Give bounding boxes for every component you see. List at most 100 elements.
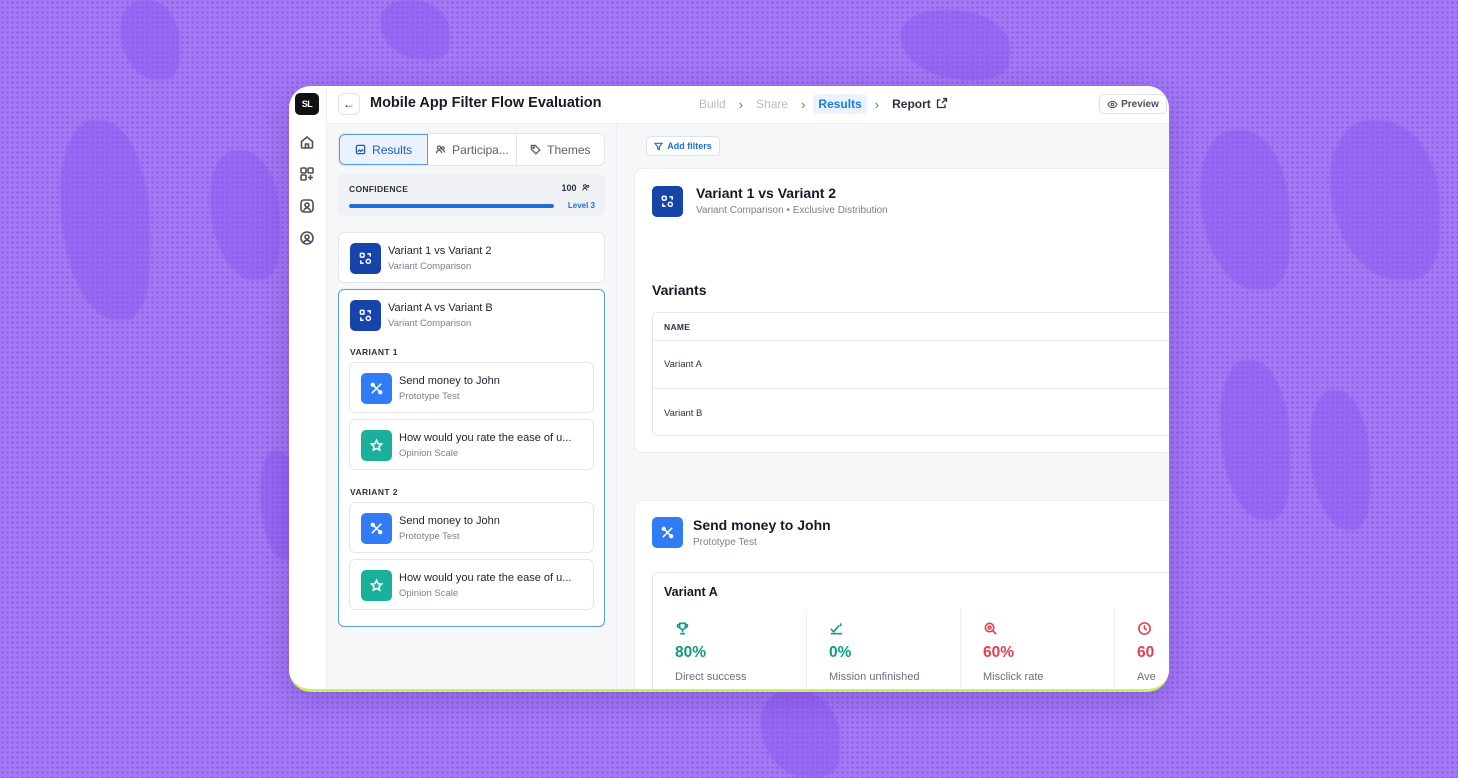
confidence-count-value: 100: [561, 183, 577, 193]
arrow-left-icon: ←: [343, 97, 355, 111]
block-subtitle: Prototype Test: [399, 531, 460, 542]
comparison-icon: [652, 186, 683, 217]
background-pattern: [120, 0, 180, 80]
step-report[interactable]: Report: [887, 94, 953, 114]
block-subtitle: Opinion Scale: [399, 448, 459, 459]
block-subtitle: Opinion Scale: [399, 588, 459, 599]
step-results[interactable]: Results: [813, 94, 867, 114]
confidence-count: 100: [561, 183, 591, 193]
metric-average-time: 60 Ave: [1115, 609, 1169, 689]
block-item[interactable]: How would you rate the ease of u... Opin…: [349, 419, 594, 470]
step-build[interactable]: Build: [694, 94, 731, 114]
preview-button[interactable]: Preview: [1099, 94, 1167, 114]
variants-heading: Variants: [652, 282, 707, 298]
metric-value: 80%: [675, 644, 707, 661]
tab-participants[interactable]: Participa...: [428, 134, 517, 165]
metric-value: 60%: [983, 644, 1015, 661]
check-flag-icon: [829, 621, 845, 637]
confidence-label: CONFIDENCE: [349, 184, 409, 194]
chevron-right-icon: ›: [801, 96, 806, 112]
comparison-panel-title: Variant 1 vs Variant 2: [696, 185, 837, 201]
comparison-title: Variant 1 vs Variant 2: [388, 245, 492, 257]
clock-icon: [1137, 621, 1153, 637]
top-header: ← Mobile App Filter Flow Evaluation Buil…: [327, 86, 1169, 124]
table-header: NAME: [653, 313, 1169, 341]
user-circle-icon[interactable]: [298, 229, 316, 247]
metric-mission-unfinished: 0% Mission unfinished: [807, 609, 961, 689]
variant-2-label: VARIANT 2: [350, 487, 398, 497]
logo[interactable]: SL: [295, 93, 319, 115]
metric-value: 0%: [829, 644, 852, 661]
variant-name: Variant A: [664, 585, 718, 599]
confidence-progress-fill: [349, 204, 554, 208]
background-pattern: [60, 120, 150, 320]
add-filters-button[interactable]: Add filters: [646, 136, 720, 156]
block-title: Send money to John: [399, 515, 500, 527]
table-row[interactable]: Variant B: [653, 389, 1169, 437]
background-pattern: [1220, 360, 1290, 520]
prototype-icon: [652, 517, 683, 548]
tab-label: Themes: [547, 142, 591, 157]
table-row[interactable]: Variant A: [653, 341, 1169, 389]
tab-label: Participa...: [452, 142, 509, 157]
comparison-icon: [350, 300, 381, 331]
step-share[interactable]: Share: [751, 94, 793, 114]
filter-icon: [654, 142, 664, 151]
comparison-subtitle: Variant Comparison: [388, 261, 472, 272]
tab-results[interactable]: Results: [339, 134, 429, 165]
app-window: SL ← Mobile App Filter Flow Evaluation B…: [289, 86, 1169, 692]
external-link-icon: [936, 97, 947, 109]
background-pattern: [210, 150, 280, 280]
apps-icon[interactable]: [298, 165, 316, 183]
step-navigation: Build › Share › Results › Report: [694, 94, 953, 114]
block-title: How would you rate the ease of u...: [399, 572, 572, 584]
tab-themes[interactable]: Themes: [517, 134, 604, 165]
task-subtitle: Prototype Test: [693, 537, 757, 548]
metric-misclick-rate: 60% Misclick rate: [961, 609, 1115, 689]
prototype-icon: [361, 513, 392, 544]
comparison-icon: [350, 243, 381, 274]
comparison-panel: Variant 1 vs Variant 2 Variant Compariso…: [634, 168, 1169, 453]
comparison-card-expanded[interactable]: Variant A vs Variant B Variant Compariso…: [338, 289, 605, 627]
left-panel: Results Participa... Themes CONFIDENCE 1…: [327, 124, 617, 689]
users-icon: [582, 184, 590, 191]
background-pattern: [1330, 120, 1440, 280]
task-panel: Send money to John Prototype Test Varian…: [634, 500, 1169, 689]
main-content: Add filters Variant 1 vs Variant 2 Varia…: [617, 124, 1169, 689]
step-report-label: Report: [892, 97, 931, 111]
comparison-card[interactable]: Variant 1 vs Variant 2 Variant Compariso…: [338, 232, 605, 283]
confidence-progress-bar: [349, 204, 554, 208]
tag-icon: [530, 144, 541, 155]
home-icon[interactable]: [298, 133, 316, 151]
eye-icon: [1107, 100, 1118, 108]
chevron-right-icon: ›: [874, 96, 880, 112]
background-pattern: [760, 690, 840, 778]
block-item[interactable]: Send money to John Prototype Test: [349, 502, 594, 553]
users-icon: [435, 145, 446, 154]
background-pattern: [380, 0, 450, 60]
star-icon: [361, 430, 392, 461]
chevron-right-icon: ›: [738, 96, 744, 112]
block-item[interactable]: How would you rate the ease of u... Opin…: [349, 559, 594, 610]
background-pattern: [1200, 130, 1290, 290]
variants-table: NAME Variant A Variant B: [652, 312, 1169, 436]
confidence-level: Level 3: [567, 201, 595, 210]
trophy-icon: [675, 621, 691, 637]
variant-1-label: VARIANT 1: [350, 347, 398, 357]
comparison-panel-subtitle: Variant Comparison • Exclusive Distribut…: [696, 205, 888, 216]
variant-metrics-card: Variant A 80% Direct success 0% Mission …: [652, 572, 1169, 689]
back-button[interactable]: ←: [338, 93, 360, 115]
block-item[interactable]: Send money to John Prototype Test: [349, 362, 594, 413]
task-title: Send money to John: [693, 517, 831, 533]
preview-label: Preview: [1121, 98, 1159, 110]
page-title: Mobile App Filter Flow Evaluation: [370, 95, 602, 111]
star-icon: [361, 570, 392, 601]
confidence-box: CONFIDENCE 100 Level 3: [338, 174, 605, 216]
background-pattern: [1310, 390, 1370, 530]
users-icon[interactable]: [298, 197, 316, 215]
metric-label: Direct success: [675, 671, 747, 683]
metric-direct-success: 80% Direct success: [653, 609, 807, 689]
metric-value: 60: [1137, 644, 1155, 661]
comparison-subtitle: Variant Comparison: [388, 318, 472, 329]
tab-label: Results: [372, 142, 413, 157]
